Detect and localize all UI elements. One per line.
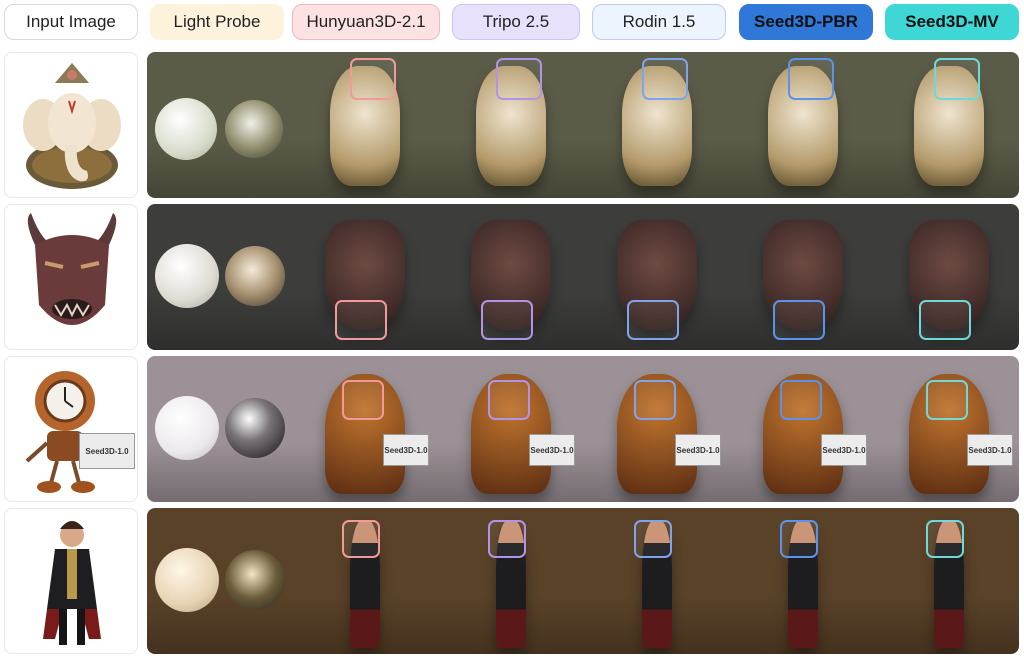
detail-highlight-box: [926, 380, 968, 420]
input-image-clock-robot: Seed3D-1.0: [4, 356, 138, 502]
prince-icon: [43, 521, 101, 645]
mirror-probe-sphere: [225, 100, 283, 158]
detail-highlight-box: [627, 300, 679, 340]
column-label-light-probe: Light Probe: [150, 4, 284, 40]
diffuse-probe-sphere: [155, 98, 217, 160]
sign-board: Seed3D-1.0: [821, 434, 867, 466]
detail-highlight-box: [934, 58, 980, 100]
sign-board: Seed3D-1.0: [383, 434, 429, 466]
diffuse-probe-sphere: [155, 548, 219, 612]
detail-highlight-box: [335, 300, 387, 340]
oni-mask-icon: [27, 213, 117, 325]
column-label-hunyuan: Hunyuan3D-2.1: [292, 4, 440, 40]
clock-robot-icon: [25, 371, 102, 493]
detail-highlight-box: [642, 58, 688, 100]
detail-highlight-box: [342, 520, 380, 558]
input-image-oni-mask: [4, 204, 138, 350]
detail-highlight-box: [919, 300, 971, 340]
detail-highlight-box: [634, 520, 672, 558]
input-image-ganesha: [4, 52, 138, 198]
render-strip-prince: [147, 508, 1019, 654]
detail-highlight-box: [773, 300, 825, 340]
render-strip-clock-robot: Seed3D-1.0 Seed3D-1.0 Seed3D-1.0 Seed3D-1.0…: [147, 356, 1019, 502]
column-label-seed3d-mv: Seed3D-MV: [885, 4, 1019, 40]
column-label-seed3d-pbr: Seed3D-PBR: [739, 4, 873, 40]
column-header-bar: Input Image Light Probe Hunyuan3D-2.1 Tr…: [0, 4, 1024, 44]
detail-highlight-box: [350, 58, 396, 100]
mirror-probe-sphere: [225, 550, 285, 610]
column-label-tripo: Tripo 2.5: [452, 4, 580, 40]
diffuse-probe-sphere: [155, 396, 219, 460]
sign-board: Seed3D-1.0: [967, 434, 1013, 466]
detail-highlight-box: [481, 300, 533, 340]
render-strip-oni-mask: [147, 204, 1019, 350]
detail-highlight-box: [496, 58, 542, 100]
mirror-probe-sphere: [225, 246, 285, 306]
render-strip-ganesha: [147, 52, 1019, 198]
diffuse-probe-sphere: [155, 244, 219, 308]
detail-highlight-box: [342, 380, 384, 420]
column-label-rodin: Rodin 1.5: [592, 4, 726, 40]
detail-highlight-box: [788, 58, 834, 100]
detail-highlight-box: [926, 520, 964, 558]
detail-highlight-box: [488, 380, 530, 420]
sign-board: Seed3D-1.0: [675, 434, 721, 466]
input-image-prince: [4, 508, 138, 654]
ganesha-icon: [23, 63, 121, 189]
detail-highlight-box: [780, 380, 822, 420]
sign-board: Seed3D-1.0: [79, 433, 135, 469]
sign-board: Seed3D-1.0: [529, 434, 575, 466]
column-label-input-image: Input Image: [4, 4, 138, 40]
detail-highlight-box: [488, 520, 526, 558]
mirror-probe-sphere: [225, 398, 285, 458]
detail-highlight-box: [634, 380, 676, 420]
detail-highlight-box: [780, 520, 818, 558]
